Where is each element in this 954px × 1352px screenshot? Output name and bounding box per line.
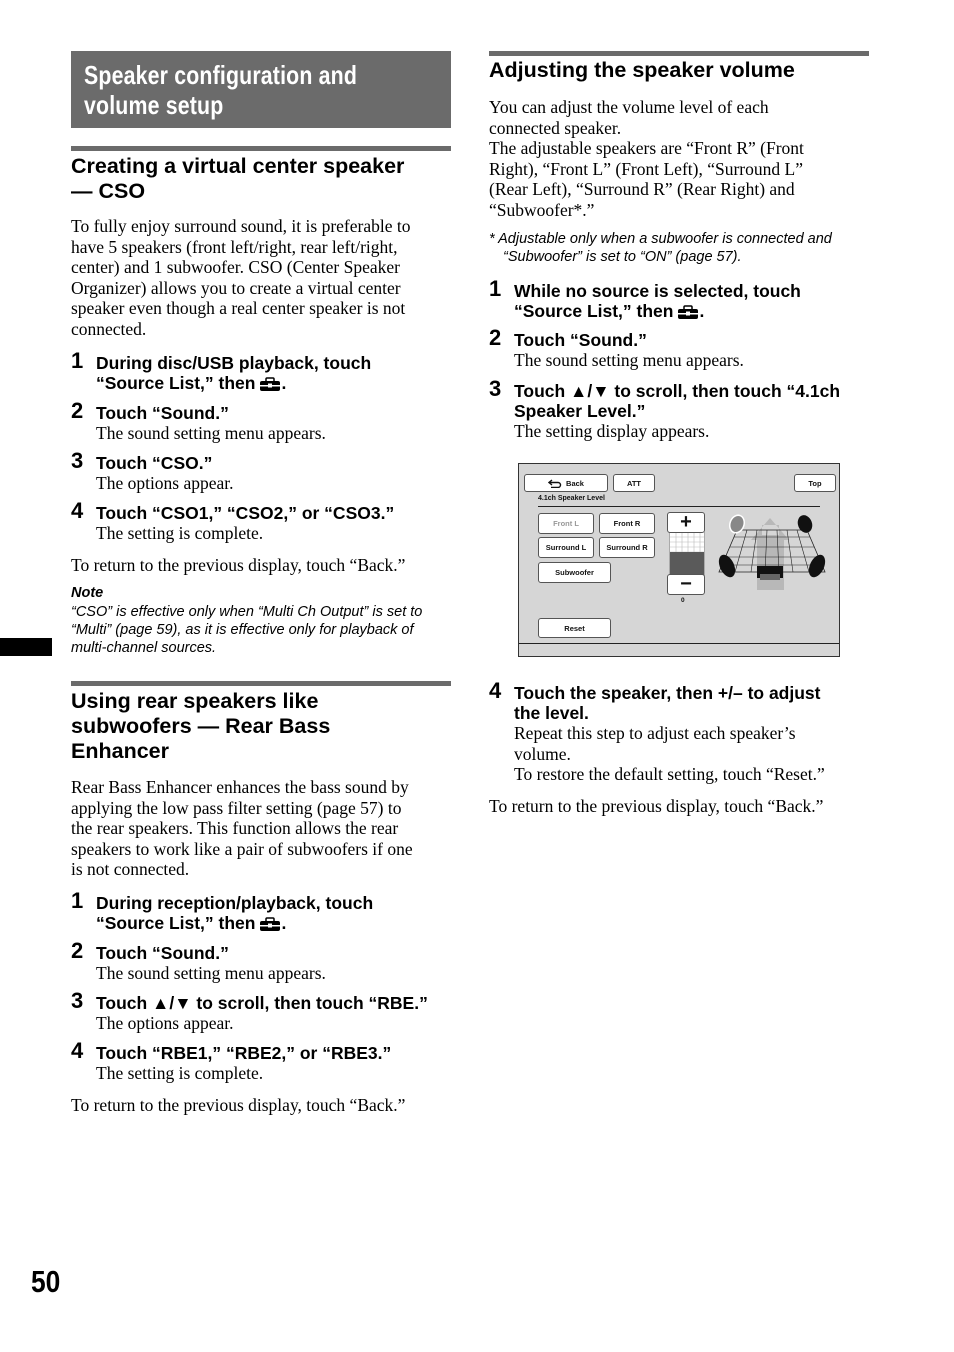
top-button[interactable]: Top (794, 474, 836, 492)
speaker-subwoofer-button[interactable]: Subwoofer (538, 562, 611, 583)
step-number: 2 (71, 938, 84, 963)
step-number: 1 (71, 348, 84, 373)
screen-title: 4.1ch Speaker Level (538, 495, 605, 502)
step-number: 3 (71, 988, 84, 1013)
screen-title-rule (538, 506, 820, 507)
section-rule (71, 681, 451, 686)
step-number: 4 (71, 1038, 84, 1063)
toolbox-icon (260, 917, 281, 931)
step-number: 4 (71, 498, 84, 523)
level-minus-button[interactable]: − (667, 573, 705, 595)
rbe-intro: Rear Bass Enhancer enhances the bass sou… (71, 777, 413, 879)
att-button[interactable]: ATT (613, 474, 655, 492)
toolbox-icon (260, 377, 281, 391)
volume-return-text: To return to the previous display, touch… (489, 796, 824, 816)
level-meter (669, 532, 705, 576)
cso-heading: Creating a virtual center speaker — CSO (71, 154, 405, 203)
note-title: Note (71, 585, 104, 601)
toolbox-icon (678, 305, 699, 319)
speaker-layout-diagram (718, 514, 826, 590)
step-number: 1 (71, 888, 84, 913)
cso-return-text: To return to the previous display, touch… (71, 555, 406, 575)
section-rule (489, 51, 869, 56)
front-left-speaker-icon (728, 514, 746, 534)
speaker-surround-r-button[interactable]: Surround R (599, 537, 655, 558)
step-number: 3 (71, 448, 84, 473)
back-button[interactable]: Back (524, 474, 608, 492)
section-rule (71, 146, 451, 151)
step-number: 4 (489, 678, 502, 703)
note-text: “CSO” is effective only when “Multi Ch O… (71, 604, 423, 656)
chapter-tab-marker (0, 638, 52, 656)
page-title-banner: Speaker configuration and volume setup (71, 51, 451, 128)
speaker-front-l-button[interactable]: Front L (538, 513, 594, 534)
step-number: 2 (489, 325, 502, 350)
surround-right-speaker-icon (808, 554, 826, 578)
rbe-heading: Using rear speakers like subwoofers — Re… (71, 689, 331, 763)
step-number: 2 (71, 398, 84, 423)
speaker-level-screen: Back ATT Top 4.1ch Speaker Level Front L… (518, 463, 840, 657)
surround-left-speaker-icon (718, 554, 736, 578)
reset-button[interactable]: Reset (538, 618, 611, 638)
volume-intro: You can adjust the volume level of each … (489, 97, 804, 220)
step-number: 3 (489, 376, 502, 401)
level-value: 0 (681, 597, 685, 604)
front-right-speaker-icon (797, 515, 813, 533)
footnote: * Adjustable only when a subwoofer is co… (489, 231, 832, 265)
level-meter-grid (670, 532, 704, 576)
volume-heading: Adjusting the speaker volume (489, 58, 795, 82)
step-number: 1 (489, 276, 502, 301)
back-arrow-icon (548, 478, 562, 488)
level-plus-button[interactable]: + (667, 511, 705, 533)
rbe-return-text: To return to the previous display, touch… (71, 1095, 406, 1115)
speaker-front-r-button[interactable]: Front R (599, 513, 655, 534)
page-number: 50 (31, 1264, 61, 1299)
cso-intro: To fully enjoy surround sound, it is pre… (71, 216, 411, 339)
speaker-surround-l-button[interactable]: Surround L (538, 537, 594, 558)
page-title: Speaker configuration and volume setup (84, 60, 358, 120)
screen-bottom-bar (519, 643, 839, 644)
